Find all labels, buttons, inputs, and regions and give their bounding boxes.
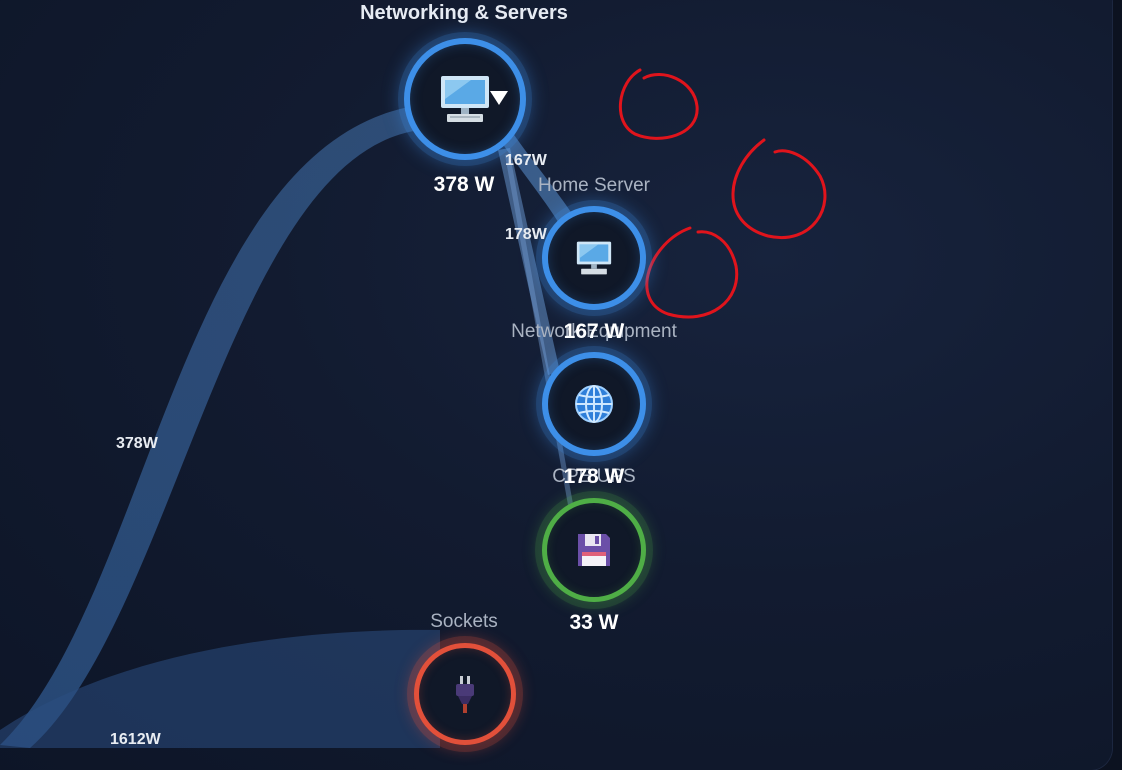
computer-monitor-icon: [441, 76, 489, 122]
sockets-node[interactable]: [407, 636, 523, 752]
flow-label-networking: 378W: [116, 435, 158, 452]
floppy-disk-icon: [578, 534, 610, 566]
home-server-node[interactable]: [536, 200, 652, 316]
network-equipment-node-power: 178 W: [563, 465, 625, 488]
home-server-node-name: Home Server: [538, 175, 650, 196]
annotation-circle-1: [618, 68, 699, 140]
networking-node-name: Networking & Servers: [360, 2, 568, 24]
computer-monitor-icon: [576, 241, 612, 275]
ups-node[interactable]: [535, 491, 653, 609]
annotation-circle-2: [731, 138, 827, 239]
plug-icon: [456, 676, 474, 713]
globe-icon: [575, 385, 613, 423]
annotation-circle-3: [645, 226, 739, 319]
flow-label-network-equipment: 178W: [505, 226, 547, 243]
ups-node-power: 33 W: [569, 611, 619, 634]
home-server-node-power: 167 W: [563, 320, 625, 343]
flow-label-sockets: 1612W: [110, 731, 161, 748]
flow-label-home-server: 167W: [505, 152, 547, 169]
networking-node-power: 378 W: [433, 173, 495, 196]
expand-caret-icon[interactable]: [490, 91, 508, 105]
network-equipment-node[interactable]: [536, 346, 652, 462]
sockets-node-name: Sockets: [430, 611, 498, 632]
